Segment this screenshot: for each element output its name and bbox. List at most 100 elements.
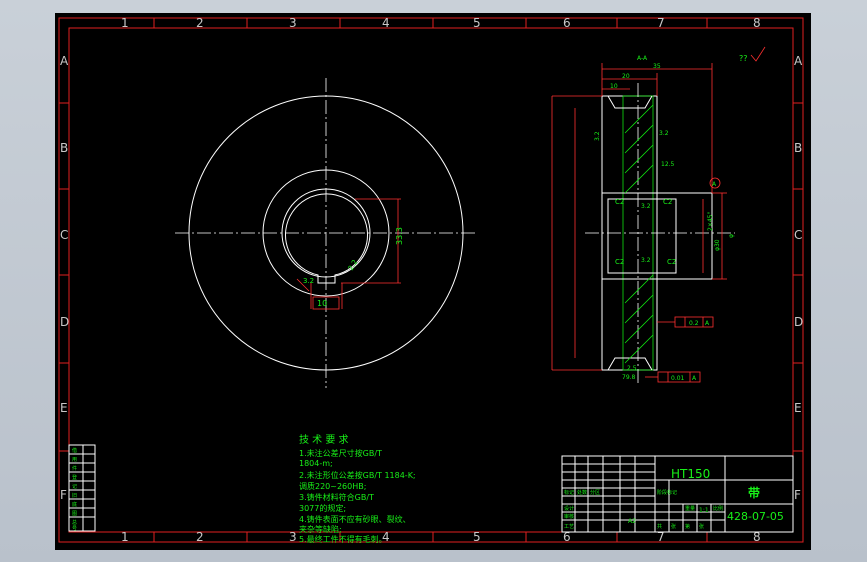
- roughness-rim-left: 3.2: [594, 131, 601, 141]
- zone-label-top-4: 4: [382, 16, 390, 30]
- tb-cell-zone: 分区: [590, 489, 600, 496]
- zone-label-right-A: A: [794, 54, 803, 68]
- side-cell-1: 借: [72, 447, 77, 454]
- zone-label-bottom-1: 1: [121, 530, 129, 544]
- roughness-12-5: 12.5: [661, 161, 675, 168]
- runout-tol-datum: A: [692, 375, 697, 382]
- zone-label-left-C: C: [60, 228, 68, 242]
- parallel-tol-value: 0.2: [689, 320, 699, 327]
- zone-label-bottom-5: 5: [473, 530, 481, 544]
- zone-label-left-F: F: [60, 488, 67, 502]
- side-cell-7: 底: [72, 501, 77, 508]
- chamfer-c2-br: C2: [667, 258, 676, 266]
- side-cell-4: 登: [72, 474, 77, 481]
- outer-frame: [58, 17, 804, 543]
- zone-label-left-E: E: [60, 401, 68, 415]
- section-hatching: [624, 104, 654, 364]
- dim-35: 35: [653, 63, 661, 70]
- side-cell-8: 图: [72, 511, 77, 517]
- side-cell-2: 用: [72, 457, 77, 463]
- scale-value: 1:1: [699, 507, 709, 514]
- keyway-width-dim: 10: [317, 299, 327, 308]
- side-cell-3: 件: [72, 465, 77, 472]
- zone-ticks: [59, 18, 803, 542]
- zone-label-left-D: D: [60, 315, 69, 329]
- dim-2-5: 2.5: [627, 365, 637, 372]
- tech-line-1: 1.未注公差尺寸按GB/T: [299, 448, 382, 458]
- tb-cell-stage: 阶段标记: [657, 489, 677, 496]
- roughness-symbol: [750, 46, 766, 62]
- dim-2x45: 2×45°: [707, 212, 714, 231]
- zone-label-right-D: D: [794, 315, 803, 329]
- tb-cell-weight: 重量: [685, 505, 695, 512]
- zone-label-top-5: 5: [473, 16, 481, 30]
- dim-phi30: φ30: [714, 239, 721, 251]
- tech-title: 技 术 要 求: [299, 433, 349, 446]
- tech-line-9: 5.最终工件不得有毛刺。: [299, 534, 387, 544]
- keyway-height-dim: 33.3: [395, 227, 404, 245]
- dim-20: 20: [622, 73, 630, 80]
- zone-label-right-F: F: [794, 488, 801, 502]
- tech-line-8: 夹杂等缺陷;: [299, 524, 342, 534]
- roughness-bore: 2.2: [347, 258, 359, 272]
- roughness-note: ??: [739, 54, 748, 63]
- roughness-rim-right: 3.2: [659, 130, 669, 137]
- tb-cell-scale: 比例: [713, 505, 723, 512]
- dim-phi: φ: [728, 234, 735, 238]
- zone-label-top-6: 6: [563, 16, 571, 30]
- roughness-key: 3.2: [303, 277, 314, 285]
- zone-label-right-C: C: [794, 228, 802, 242]
- drawing-number: 428-07-05: [727, 510, 784, 523]
- roughness-bore-bottom: 3.2: [641, 257, 651, 264]
- tech-line-7: 4.铸件表面不应有砂眼、裂纹、: [299, 514, 411, 524]
- zone-label-right-B: B: [794, 141, 802, 155]
- tech-line-5: 3.铸件材料符合GB/T: [299, 492, 374, 502]
- chamfer-c2-tr: C2: [663, 198, 672, 206]
- sheet-size: A2: [628, 518, 636, 525]
- side-cell-5: 记: [72, 483, 77, 490]
- zone-label-bottom-2: 2: [196, 530, 204, 544]
- zone-label-bottom-3: 3: [289, 530, 297, 544]
- parallel-tol-datum: A: [705, 320, 710, 327]
- dim-10: 10: [610, 83, 618, 90]
- tb-cell-sheets: 张: [671, 523, 676, 530]
- dim-79-8: 79.8: [622, 374, 636, 381]
- tb-cell-count: 处数: [577, 489, 587, 496]
- chamfer-c2-tl: C2: [615, 198, 624, 206]
- zone-label-left-A: A: [60, 54, 69, 68]
- tech-line-2: 1804-m;: [299, 459, 333, 468]
- section-label: A-A: [637, 55, 648, 62]
- tech-line-6: 3077的规定;: [299, 503, 346, 513]
- material-label: HT150: [671, 467, 710, 481]
- tb-cell-process: 工艺: [564, 524, 574, 530]
- drawing-sheet: 1 2 3 4 5 6 7 8 1 2 3 4 5 6 7 8 A B C D …: [55, 13, 811, 550]
- tb-cell-mark: 标记: [564, 489, 574, 496]
- tb-cell-design: 设计: [564, 505, 574, 512]
- datum-a-marker: A: [712, 181, 717, 188]
- technical-requirements: 技 术 要 求 1.未注公差尺寸按GB/T 1804-m; 2.未注形位公差按G…: [299, 433, 416, 544]
- zone-label-top-3: 3: [289, 16, 297, 30]
- tb-cell-no: 第: [685, 523, 690, 530]
- zone-label-right-E: E: [794, 401, 802, 415]
- zone-label-left-B: B: [60, 141, 68, 155]
- tech-line-3: 2.未注形位公差按GB/T 1184-K;: [299, 470, 416, 480]
- side-cell-6: 旧: [72, 492, 77, 499]
- tb-cell-sheet: 张: [699, 523, 704, 530]
- runout-tol-value: 0.01: [671, 375, 685, 382]
- roughness-bore-top: 3.2: [641, 203, 651, 210]
- zone-label-top-1: 1: [121, 16, 129, 30]
- front-view: [175, 78, 475, 388]
- part-name: 带: [748, 485, 760, 500]
- groove-top: [607, 95, 653, 109]
- zone-label-top-8: 8: [753, 16, 761, 30]
- side-cell-10: 号: [72, 526, 77, 532]
- tech-line-4: 调质220~260HB;: [299, 481, 366, 491]
- cad-drawing: 1 2 3 4 5 6 7 8 1 2 3 4 5 6 7 8 A B C D …: [58, 16, 804, 544]
- tb-cell-review: 审核: [564, 513, 574, 520]
- chamfer-c2-bl: C2: [615, 258, 624, 266]
- tb-cell-total: 共: [657, 523, 662, 530]
- zone-label-top-2: 2: [196, 16, 204, 30]
- bore-keyway: [285, 193, 368, 284]
- zone-label-top-7: 7: [657, 16, 665, 30]
- side-cell-9: 总: [72, 519, 77, 526]
